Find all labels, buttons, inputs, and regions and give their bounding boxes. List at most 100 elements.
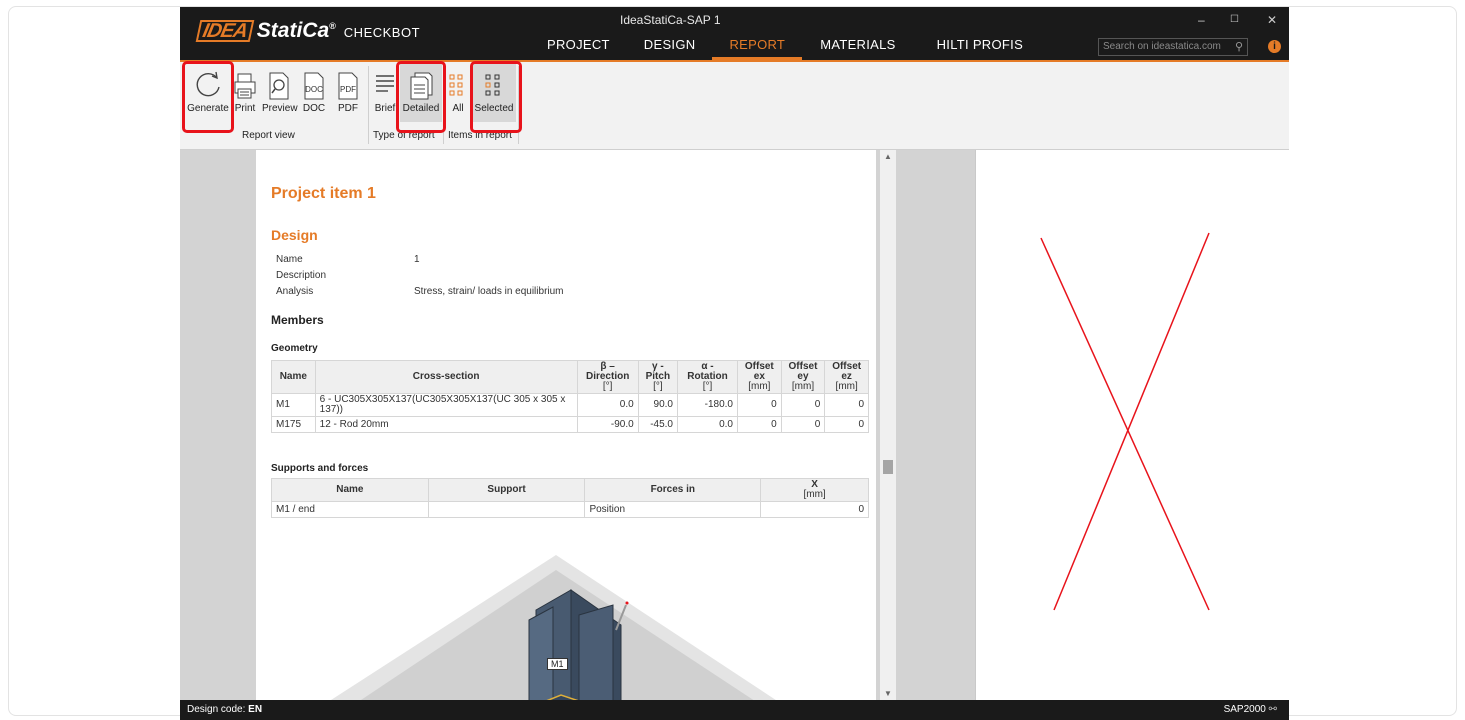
scroll-up-arrow-icon[interactable]: ▲ xyxy=(884,152,892,161)
print-button[interactable]: Print xyxy=(230,64,260,122)
column-header: α - Rotation [°] xyxy=(676,360,739,394)
design-description-row: Description xyxy=(276,270,326,281)
table-cell xyxy=(427,501,586,518)
table-row: M1 6 - UC305X305X137(UC305X305X137(UC 305… xyxy=(271,393,869,417)
scroll-thumb[interactable] xyxy=(883,460,893,474)
tab-design[interactable]: DESIGN xyxy=(627,37,713,60)
statica-wordmark: StatiCa® xyxy=(256,19,336,42)
report-scrollbar[interactable]: ▲ ▼ xyxy=(880,150,896,700)
column-header: Forces in xyxy=(584,478,762,502)
table-cell: 0 xyxy=(824,416,869,433)
main-nav: PROJECT DESIGN REPORT MATERIALS HILTI PR… xyxy=(530,37,1040,60)
maximize-button[interactable]: ☐ xyxy=(1230,14,1239,25)
title-bar: IDEA StatiCa® CHECKBOT IdeaStatiCa-SAP 1… xyxy=(180,7,1289,60)
tab-project[interactable]: PROJECT xyxy=(530,37,627,60)
highlight-generate xyxy=(182,61,234,133)
supports-heading: Supports and forces xyxy=(271,463,369,474)
group-report-view-label: Report view xyxy=(242,130,295,141)
design-analysis-row: Analysis Stress, strain/ loads in equili… xyxy=(276,286,564,297)
table-cell: 0.0 xyxy=(576,393,639,417)
svg-text:DOC: DOC xyxy=(305,85,323,94)
tab-hilti-profis[interactable]: HILTI PROFIS xyxy=(913,37,1040,60)
table-cell: -180.0 xyxy=(676,393,739,417)
app-window: IDEA StatiCa® CHECKBOT IdeaStatiCa-SAP 1… xyxy=(180,7,1289,720)
ribbon-toolbar: Generate Print Preview DOC DOC PDF PDF R… xyxy=(180,61,1289,150)
member-label-m1: M1 xyxy=(547,658,568,670)
table-cell: M175 xyxy=(271,416,316,433)
table-cell: -45.0 xyxy=(637,416,678,433)
search-input[interactable]: Search on ideastatica.com ⚲ xyxy=(1098,38,1248,56)
table-cell: 0 xyxy=(780,393,826,417)
table-cell: 6 - UC305X305X137(UC305X305X137(UC 305 x… xyxy=(314,393,578,417)
highlight-selected xyxy=(470,61,522,133)
minimize-button[interactable]: – xyxy=(1198,13,1205,27)
scroll-down-arrow-icon[interactable]: ▼ xyxy=(884,689,892,698)
table-cell: 0 xyxy=(824,393,869,417)
table-cell: Position xyxy=(584,501,762,518)
status-bar: Design code: EN SAP2000 ⚯ xyxy=(180,700,1289,720)
table-cell: -90.0 xyxy=(576,416,639,433)
all-items-icon xyxy=(447,64,469,100)
doc-button[interactable]: DOC DOC xyxy=(300,64,328,122)
report-title: Project item 1 xyxy=(271,185,376,202)
table-cell: M1 / end xyxy=(271,501,429,518)
brand-logo: IDEA StatiCa® CHECKBOT xyxy=(195,19,421,43)
all-items-button[interactable]: All xyxy=(447,64,469,122)
close-button[interactable]: ✕ xyxy=(1267,13,1277,27)
svg-text:PDF: PDF xyxy=(340,85,356,94)
highlight-detailed xyxy=(396,61,446,133)
column-header: Support xyxy=(427,478,586,502)
table-row: M1 / end Position 0 xyxy=(271,501,869,518)
supports-table: Name Support Forces in X [mm] M1 / end Positi… xyxy=(271,478,869,518)
brief-button[interactable]: Brief xyxy=(371,64,399,122)
doc-file-icon: DOC xyxy=(300,64,328,100)
product-name: CHECKBOT xyxy=(343,25,421,40)
table-header-row: Name Cross-section β – Direction [°] γ - Pitch… xyxy=(271,360,869,394)
preview-button[interactable]: Preview xyxy=(262,64,298,122)
tab-materials[interactable]: MATERIALS xyxy=(802,37,912,60)
table-cell: 90.0 xyxy=(637,393,678,417)
column-header: Name xyxy=(271,360,316,394)
name-value: 1 xyxy=(414,254,420,265)
column-header: Cross-section xyxy=(314,360,578,394)
column-header: γ - Pitch [°] xyxy=(637,360,678,394)
info-icon[interactable]: i xyxy=(1268,40,1281,53)
idea-logo: IDEA xyxy=(195,20,255,42)
search-icon: ⚲ xyxy=(1234,41,1243,53)
pdf-file-icon: PDF xyxy=(334,64,362,100)
column-header: Offset ey [mm] xyxy=(780,360,826,394)
analysis-value: Stress, strain/ loads in equilibrium xyxy=(414,286,564,297)
printer-icon xyxy=(230,64,260,100)
description-label: Description xyxy=(276,270,327,281)
design-code: Design code: EN xyxy=(187,704,263,715)
table-cell: 0 xyxy=(760,501,869,518)
side-preview-panel xyxy=(975,150,1289,700)
members-heading: Members xyxy=(271,313,324,327)
design-name-row: Name 1 xyxy=(276,254,420,265)
window-title: IdeaStatiCa-SAP 1 xyxy=(620,13,721,27)
search-placeholder: Search on ideastatica.com xyxy=(1103,41,1221,52)
column-header: Name xyxy=(271,478,429,502)
table-header-row: Name Support Forces in X [mm] xyxy=(271,478,869,502)
table-cell: M1 xyxy=(271,393,316,417)
no-preview-cross-icon xyxy=(1040,232,1210,611)
analysis-label: Analysis xyxy=(276,286,314,297)
connection-model-image xyxy=(331,555,791,720)
pdf-button[interactable]: PDF PDF xyxy=(334,64,362,122)
design-heading: Design xyxy=(271,227,318,243)
table-cell: 0.0 xyxy=(676,416,739,433)
column-header: X [mm] xyxy=(760,478,869,502)
tab-report[interactable]: REPORT xyxy=(712,37,803,60)
report-page: Project item 1 Design Name 1 Description… xyxy=(256,150,876,720)
column-header: Offset ex [mm] xyxy=(737,360,782,394)
name-label: Name xyxy=(276,254,303,265)
column-header: β – Direction [°] xyxy=(576,360,639,394)
connection-icon: ⚯ xyxy=(1268,704,1277,715)
preview-icon xyxy=(262,64,296,100)
geometry-table: Name Cross-section β – Direction [°] γ - Pitch… xyxy=(271,360,869,433)
table-cell: 0 xyxy=(737,416,782,433)
brief-report-icon xyxy=(371,64,399,100)
table-row: M175 12 - Rod 20mm -90.0 -45.0 0.0 0 0 0 xyxy=(271,416,869,433)
table-cell: 0 xyxy=(737,393,782,417)
table-cell: 0 xyxy=(780,416,826,433)
